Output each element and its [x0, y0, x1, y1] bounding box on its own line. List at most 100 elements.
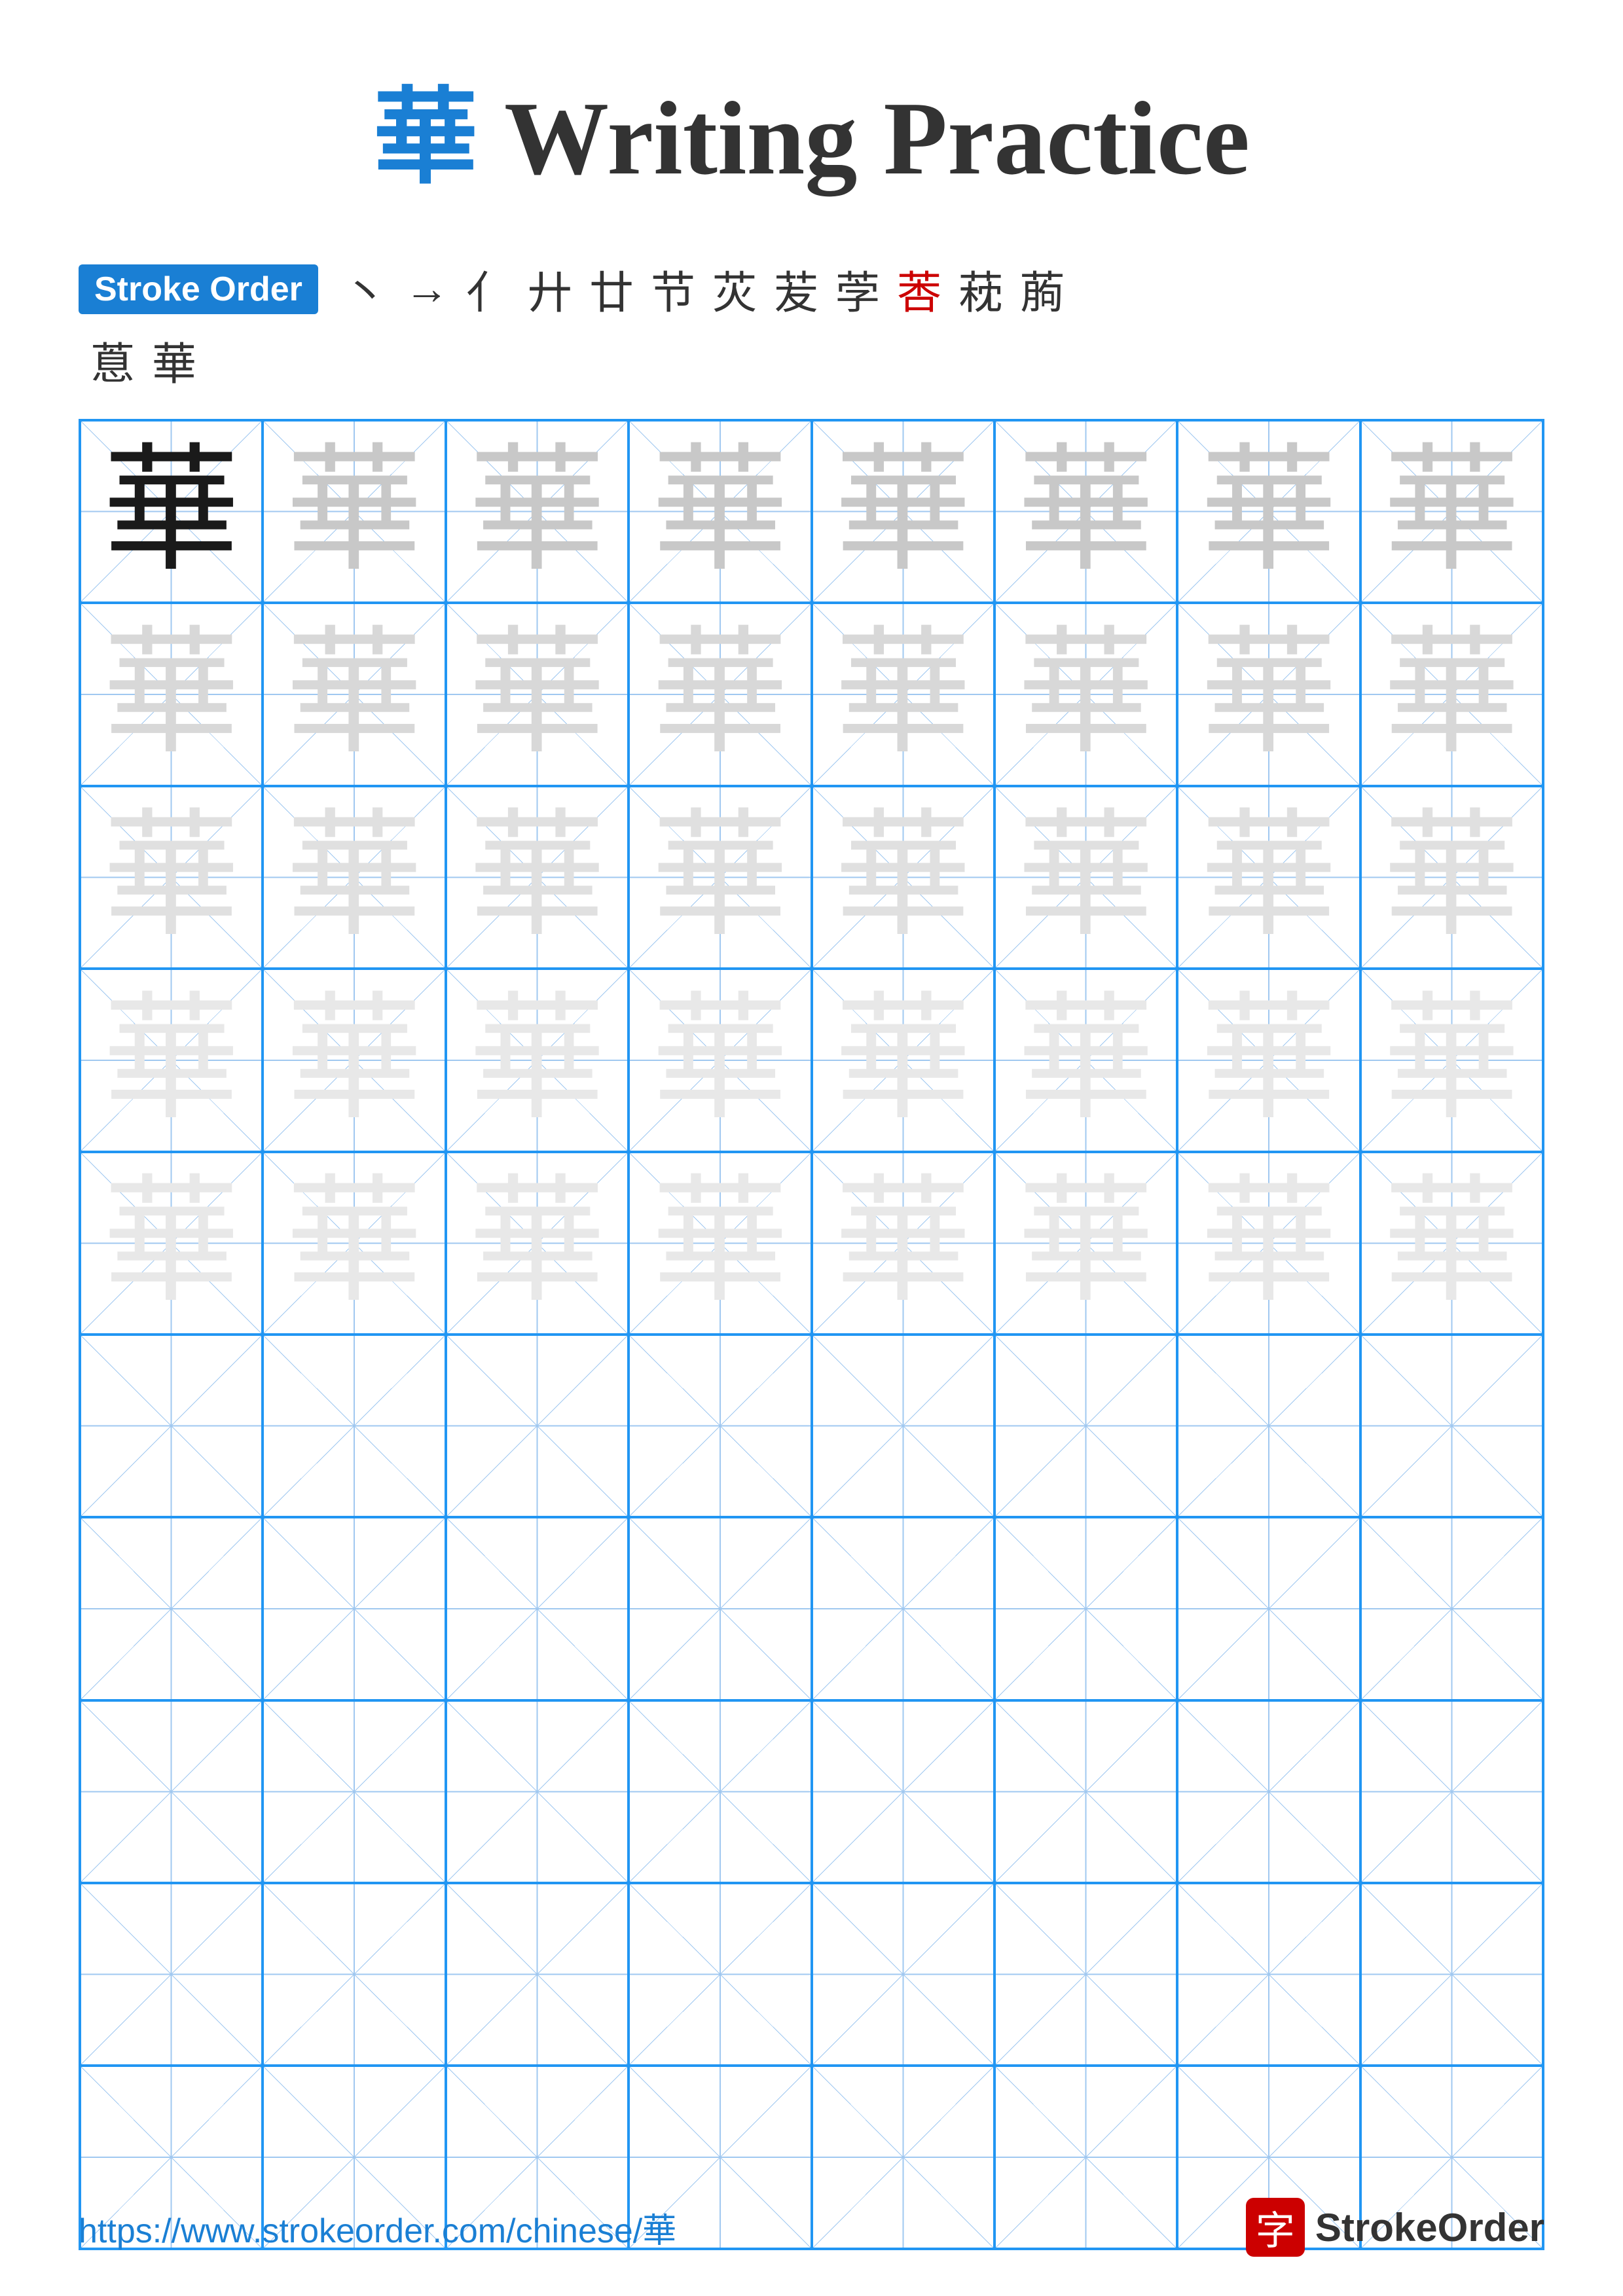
- grid-row-3: 華華華華華華華華: [80, 969, 1543, 1151]
- grid-cell-1-5[interactable]: 華: [994, 603, 1177, 785]
- grid-cell-8-7[interactable]: [1360, 1883, 1543, 2066]
- grid-cell-6-1[interactable]: [263, 1517, 445, 1700]
- grid-cell-4-4[interactable]: 華: [812, 1152, 994, 1335]
- grid-cell-3-4[interactable]: 華: [812, 969, 994, 1151]
- stroke-step-2: →: [405, 263, 449, 315]
- grid-cell-4-7[interactable]: 華: [1360, 1152, 1543, 1335]
- grid-char-4-0: 華: [103, 1174, 240, 1312]
- stroke-step-7: 苂: [712, 257, 757, 321]
- grid-cell-3-6[interactable]: 華: [1177, 969, 1360, 1151]
- grid-cell-2-6[interactable]: 華: [1177, 786, 1360, 969]
- grid-cell-6-6[interactable]: [1177, 1517, 1360, 1700]
- grid-char-4-6: 華: [1200, 1174, 1338, 1312]
- stroke-step-9: 茡: [835, 257, 880, 321]
- grid-cell-7-4[interactable]: [812, 1700, 994, 1883]
- grid-cell-1-1[interactable]: 華: [263, 603, 445, 785]
- grid-char-1-5: 華: [1017, 626, 1155, 763]
- grid-cell-6-4[interactable]: [812, 1517, 994, 1700]
- grid-cell-6-5[interactable]: [994, 1517, 1177, 1700]
- grid-cell-0-0[interactable]: 華: [80, 420, 263, 603]
- stroke-step-14: 華: [152, 328, 196, 393]
- grid-char-2-5: 華: [1017, 808, 1155, 946]
- grid-cell-4-6[interactable]: 華: [1177, 1152, 1360, 1335]
- grid-cell-5-5[interactable]: [994, 1335, 1177, 1517]
- grid-cell-0-3[interactable]: 華: [629, 420, 811, 603]
- grid-cell-8-1[interactable]: [263, 1883, 445, 2066]
- stroke-order-row-1: Stroke Order 丶 → 亻 廾 廿 节 苂 苃 茡 莕 萙 葋: [79, 257, 1544, 321]
- stroke-step-12: 葋: [1020, 257, 1065, 321]
- grid-cell-6-7[interactable]: [1360, 1517, 1543, 1700]
- grid-cell-2-0[interactable]: 華: [80, 786, 263, 969]
- stroke-step-3: 亻: [466, 257, 511, 321]
- grid-cell-8-5[interactable]: [994, 1883, 1177, 2066]
- grid-cell-7-6[interactable]: [1177, 1700, 1360, 1883]
- grid-cell-1-3[interactable]: 華: [629, 603, 811, 785]
- grid-cell-0-1[interactable]: 華: [263, 420, 445, 603]
- grid-cell-7-5[interactable]: [994, 1700, 1177, 1883]
- grid-cell-3-5[interactable]: 華: [994, 969, 1177, 1151]
- grid-cell-5-3[interactable]: [629, 1335, 811, 1517]
- grid-cell-0-4[interactable]: 華: [812, 420, 994, 603]
- grid-cell-2-5[interactable]: 華: [994, 786, 1177, 969]
- grid-char-3-3: 華: [651, 992, 789, 1129]
- grid-cell-2-1[interactable]: 華: [263, 786, 445, 969]
- grid-cell-2-2[interactable]: 華: [446, 786, 629, 969]
- grid-cell-5-6[interactable]: [1177, 1335, 1360, 1517]
- grid-cell-1-6[interactable]: 華: [1177, 603, 1360, 785]
- grid-cell-3-0[interactable]: 華: [80, 969, 263, 1151]
- grid-char-3-1: 華: [285, 992, 423, 1129]
- grid-char-2-4: 華: [834, 808, 972, 946]
- grid-cell-7-0[interactable]: [80, 1700, 263, 1883]
- grid-cell-6-3[interactable]: [629, 1517, 811, 1700]
- grid-cell-5-4[interactable]: [812, 1335, 994, 1517]
- grid-cell-5-0[interactable]: [80, 1335, 263, 1517]
- grid-cell-5-7[interactable]: [1360, 1335, 1543, 1517]
- grid-char-4-3: 華: [651, 1174, 789, 1312]
- grid-cell-2-7[interactable]: 華: [1360, 786, 1543, 969]
- grid-cell-7-3[interactable]: [629, 1700, 811, 1883]
- grid-cell-4-1[interactable]: 華: [263, 1152, 445, 1335]
- grid-cell-4-2[interactable]: 華: [446, 1152, 629, 1335]
- grid-cell-1-7[interactable]: 華: [1360, 603, 1543, 785]
- grid-cell-1-4[interactable]: 華: [812, 603, 994, 785]
- grid-cell-6-2[interactable]: [446, 1517, 629, 1700]
- grid-char-4-2: 華: [468, 1174, 606, 1312]
- grid-cell-7-2[interactable]: [446, 1700, 629, 1883]
- grid-char-0-5: 華: [1017, 443, 1155, 581]
- grid-cell-8-2[interactable]: [446, 1883, 629, 2066]
- grid-cell-0-6[interactable]: 華: [1177, 420, 1360, 603]
- grid-cell-0-2[interactable]: 華: [446, 420, 629, 603]
- grid-cell-3-2[interactable]: 華: [446, 969, 629, 1151]
- grid-cell-3-3[interactable]: 華: [629, 969, 811, 1151]
- grid-row-6: [80, 1517, 1543, 1700]
- grid-cell-4-3[interactable]: 華: [629, 1152, 811, 1335]
- grid-cell-6-0[interactable]: [80, 1517, 263, 1700]
- grid-cell-4-0[interactable]: 華: [80, 1152, 263, 1335]
- grid-cell-2-3[interactable]: 華: [629, 786, 811, 969]
- page-title: 華 Writing Practice: [79, 52, 1544, 204]
- footer-url[interactable]: https://www.strokeorder.com/chinese/華: [79, 2203, 676, 2252]
- grid-cell-8-0[interactable]: [80, 1883, 263, 2066]
- grid-cell-1-0[interactable]: 華: [80, 603, 263, 785]
- grid-cell-8-3[interactable]: [629, 1883, 811, 2066]
- grid-cell-8-4[interactable]: [812, 1883, 994, 2066]
- grid-cell-4-5[interactable]: 華: [994, 1152, 1177, 1335]
- grid-char-0-3: 華: [651, 443, 789, 581]
- grid-char-2-2: 華: [468, 808, 606, 946]
- grid-row-4: 華華華華華華華華: [80, 1152, 1543, 1335]
- grid-cell-3-1[interactable]: 華: [263, 969, 445, 1151]
- grid-cell-2-4[interactable]: 華: [812, 786, 994, 969]
- grid-cell-1-2[interactable]: 華: [446, 603, 629, 785]
- stroke-order-section: Stroke Order 丶 → 亻 廾 廿 节 苂 苃 茡 莕 萙 葋 蒠 華: [79, 257, 1544, 393]
- grid-cell-7-1[interactable]: [263, 1700, 445, 1883]
- grid-cell-3-7[interactable]: 華: [1360, 969, 1543, 1151]
- grid-cell-5-2[interactable]: [446, 1335, 629, 1517]
- grid-cell-5-1[interactable]: [263, 1335, 445, 1517]
- grid-cell-0-5[interactable]: 華: [994, 420, 1177, 603]
- grid-char-3-6: 華: [1200, 992, 1338, 1129]
- grid-char-0-2: 華: [468, 443, 606, 581]
- grid-cell-0-7[interactable]: 華: [1360, 420, 1543, 603]
- stroke-step-5: 廿: [589, 257, 634, 321]
- grid-cell-8-6[interactable]: [1177, 1883, 1360, 2066]
- grid-cell-7-7[interactable]: [1360, 1700, 1543, 1883]
